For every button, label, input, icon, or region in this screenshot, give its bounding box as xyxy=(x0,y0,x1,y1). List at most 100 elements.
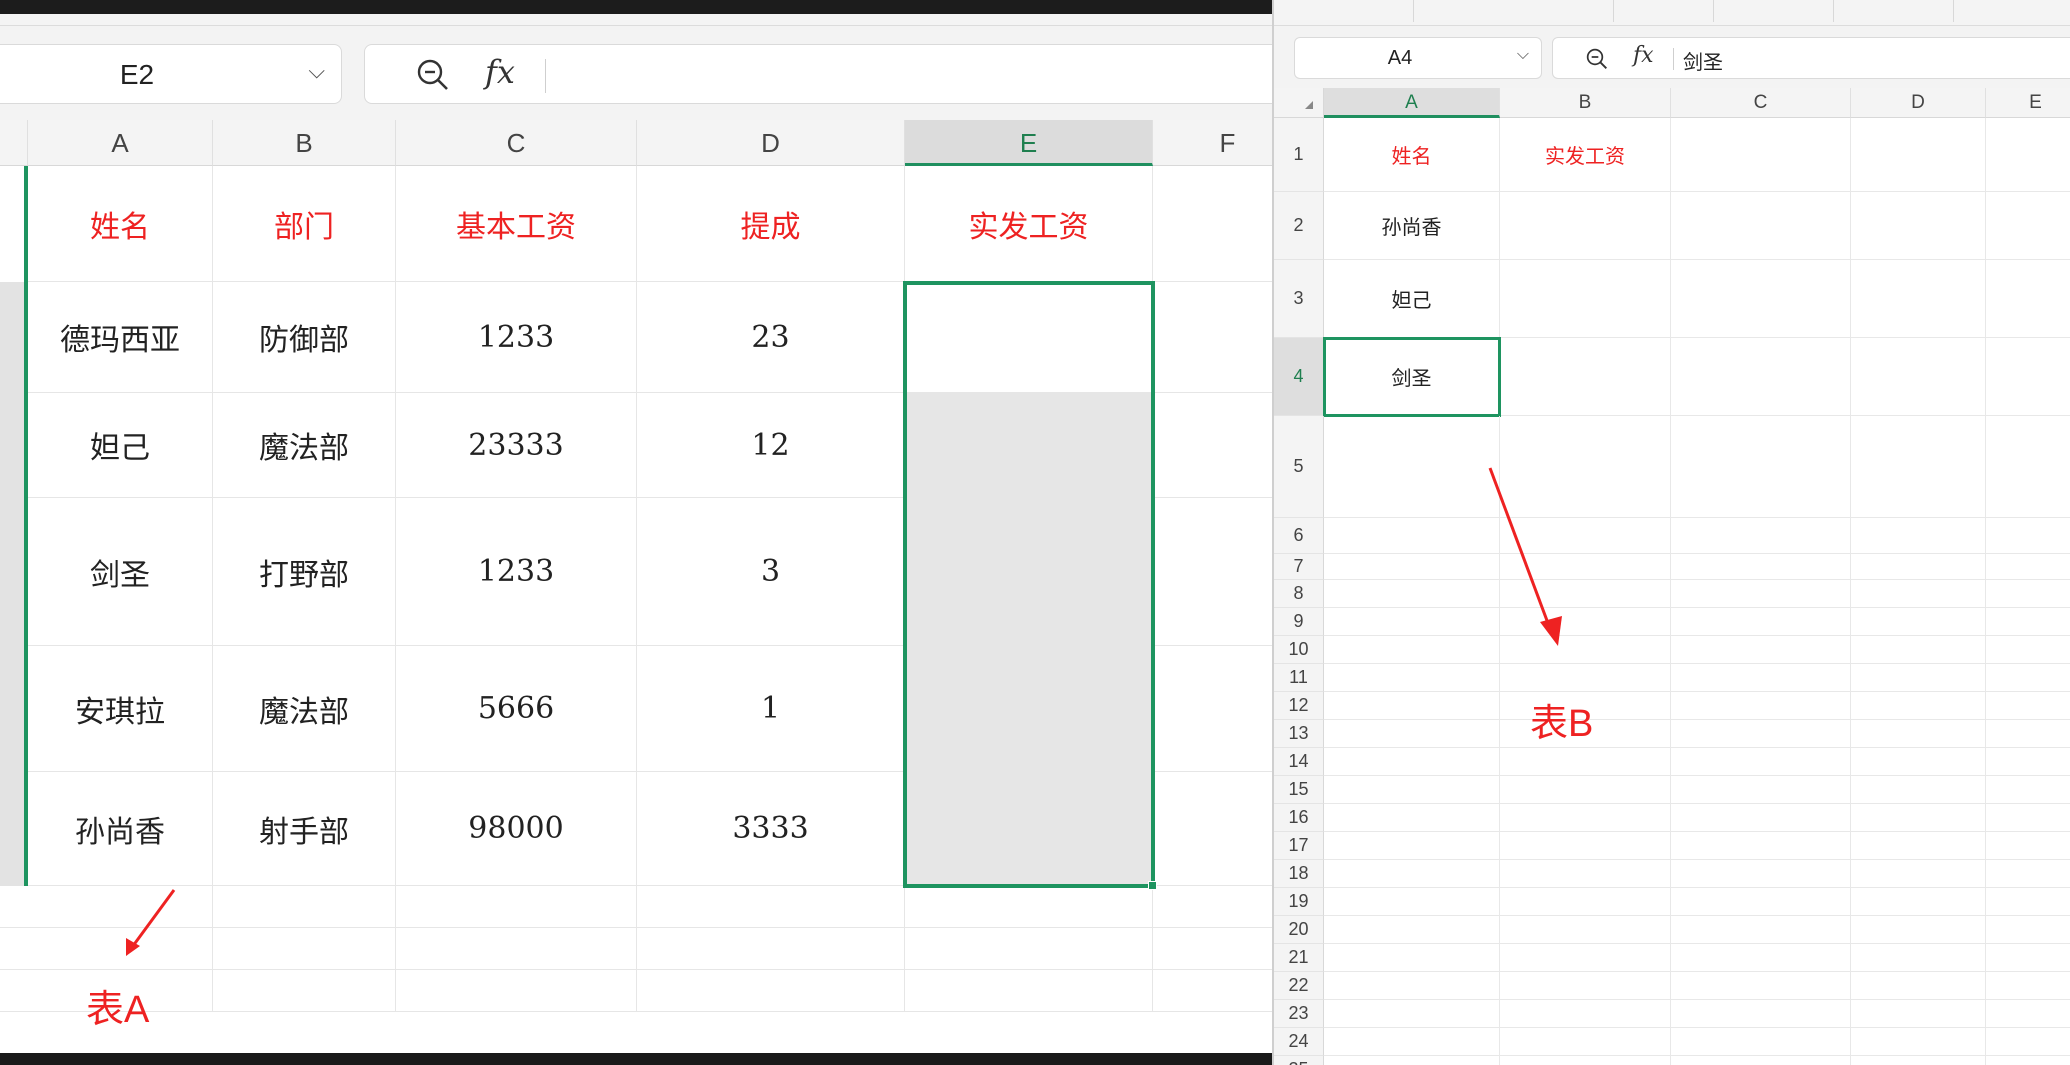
row-header-7[interactable]: 7 xyxy=(1274,554,1324,580)
formula-input[interactable]: fx xyxy=(364,44,1272,104)
cell-d19[interactable] xyxy=(1851,888,1986,916)
cell-a13[interactable] xyxy=(1324,720,1500,748)
cell-a18[interactable] xyxy=(1324,860,1500,888)
row-header-14[interactable]: 14 xyxy=(1274,748,1324,776)
cell-d7[interactable] xyxy=(1851,554,1986,580)
cell-a9[interactable] xyxy=(1324,608,1500,636)
cell-d4[interactable]: 3 xyxy=(637,498,905,646)
cell-a3[interactable]: 妲己 xyxy=(1324,260,1500,338)
cell-b25[interactable] xyxy=(1500,1056,1671,1065)
cell-e24[interactable] xyxy=(1986,1028,2070,1056)
cell-d12[interactable] xyxy=(1851,692,1986,720)
cell-a6[interactable]: 孙尚香 xyxy=(28,772,213,886)
cell-e14[interactable] xyxy=(1986,748,2070,776)
row-header-3[interactable]: 3 xyxy=(1274,260,1324,338)
cell-f1[interactable] xyxy=(1153,166,1272,282)
cell-b7[interactable] xyxy=(213,886,396,928)
fill-handle[interactable] xyxy=(1148,881,1157,890)
cell-a8[interactable] xyxy=(1324,580,1500,608)
cell-e8[interactable] xyxy=(1986,580,2070,608)
cell-d22[interactable] xyxy=(1851,972,1986,1000)
cell-b15[interactable] xyxy=(1500,776,1671,804)
cell-a14[interactable] xyxy=(1324,748,1500,776)
cell-a1[interactable]: 姓名 xyxy=(28,166,213,282)
cell-c14[interactable] xyxy=(1671,748,1851,776)
cell-e15[interactable] xyxy=(1986,776,2070,804)
cell-d11[interactable] xyxy=(1851,664,1986,692)
cell-c6[interactable] xyxy=(1671,518,1851,554)
cell-e3[interactable] xyxy=(1986,260,2070,338)
row-header-13[interactable]: 13 xyxy=(1274,720,1324,748)
cell-b20[interactable] xyxy=(1500,916,1671,944)
cell-d2[interactable]: 23 xyxy=(637,282,905,393)
cell-b23[interactable] xyxy=(1500,1000,1671,1028)
cell-c16[interactable] xyxy=(1671,804,1851,832)
cell-c8[interactable] xyxy=(396,928,637,970)
cell-d15[interactable] xyxy=(1851,776,1986,804)
cell-a6[interactable] xyxy=(1324,518,1500,554)
cell-c13[interactable] xyxy=(1671,720,1851,748)
cell-a10[interactable] xyxy=(1324,636,1500,664)
cell-c22[interactable] xyxy=(1671,972,1851,1000)
cell-c12[interactable] xyxy=(1671,692,1851,720)
cell-c11[interactable] xyxy=(1671,664,1851,692)
cell-e1[interactable] xyxy=(1986,118,2070,192)
name-box[interactable]: A4 ⌵ xyxy=(1294,37,1542,79)
cell-a15[interactable] xyxy=(1324,776,1500,804)
row-header-2[interactable]: 2 xyxy=(1274,192,1324,260)
select-all-corner[interactable] xyxy=(1274,88,1324,118)
cell-c9[interactable] xyxy=(396,970,637,1012)
column-header-a[interactable]: A xyxy=(1324,88,1500,118)
cell-d3[interactable]: 12 xyxy=(637,393,905,498)
function-icon[interactable]: fx xyxy=(1633,43,1654,68)
cell-e7[interactable] xyxy=(1986,554,2070,580)
cell-c6[interactable]: 98000 xyxy=(396,772,637,886)
name-box[interactable]: E2 ⌵ xyxy=(0,44,342,104)
row-header-10[interactable]: 10 xyxy=(1274,636,1324,664)
column-header-e[interactable]: E xyxy=(1986,88,2070,118)
cell-c24[interactable] xyxy=(1671,1028,1851,1056)
zoom-out-icon[interactable] xyxy=(1585,47,1609,71)
cell-a5[interactable]: 安琪拉 xyxy=(28,646,213,772)
row-header-17[interactable]: 17 xyxy=(1274,832,1324,860)
cell-d2[interactable] xyxy=(1851,192,1986,260)
cell-e25[interactable] xyxy=(1986,1056,2070,1065)
cell-d24[interactable] xyxy=(1851,1028,1986,1056)
cell-a7[interactable] xyxy=(1324,554,1500,580)
cell-b21[interactable] xyxy=(1500,944,1671,972)
cell-d23[interactable] xyxy=(1851,1000,1986,1028)
column-header-c[interactable]: C xyxy=(396,120,637,166)
cell-c7[interactable] xyxy=(396,886,637,928)
column-header-c[interactable]: C xyxy=(1671,88,1851,118)
cell-c19[interactable] xyxy=(1671,888,1851,916)
cell-a20[interactable] xyxy=(1324,916,1500,944)
cell-b24[interactable] xyxy=(1500,1028,1671,1056)
row-header-18[interactable]: 18 xyxy=(1274,860,1324,888)
cell-b22[interactable] xyxy=(1500,972,1671,1000)
row-header-11[interactable]: 11 xyxy=(1274,664,1324,692)
cell-f2[interactable] xyxy=(1153,282,1272,393)
cell-b16[interactable] xyxy=(1500,804,1671,832)
cell-c21[interactable] xyxy=(1671,944,1851,972)
cell-c3[interactable] xyxy=(1671,260,1851,338)
column-header-d[interactable]: D xyxy=(637,120,905,166)
cell-a2[interactable]: 德玛西亚 xyxy=(28,282,213,393)
formula-input[interactable]: fx 剑圣 xyxy=(1552,37,2070,79)
row-header-9[interactable]: 9 xyxy=(1274,608,1324,636)
cell-a21[interactable] xyxy=(1324,944,1500,972)
cell-d3[interactable] xyxy=(1851,260,1986,338)
chevron-down-icon[interactable]: ⌵ xyxy=(308,58,325,84)
row-header-4[interactable]: 4 xyxy=(1274,338,1324,416)
cell-c10[interactable] xyxy=(1671,636,1851,664)
cell-d14[interactable] xyxy=(1851,748,1986,776)
cell-a19[interactable] xyxy=(1324,888,1500,916)
cell-c15[interactable] xyxy=(1671,776,1851,804)
cell-e4[interactable] xyxy=(1986,338,2070,416)
cell-e5[interactable] xyxy=(1986,416,2070,518)
cell-b3[interactable]: 魔法部 xyxy=(213,393,396,498)
row-header-23[interactable]: 23 xyxy=(1274,1000,1324,1028)
cell-a12[interactable] xyxy=(1324,692,1500,720)
cell-a25[interactable] xyxy=(1324,1056,1500,1065)
cell-f4[interactable] xyxy=(1153,498,1272,646)
cell-e9[interactable] xyxy=(1986,608,2070,636)
